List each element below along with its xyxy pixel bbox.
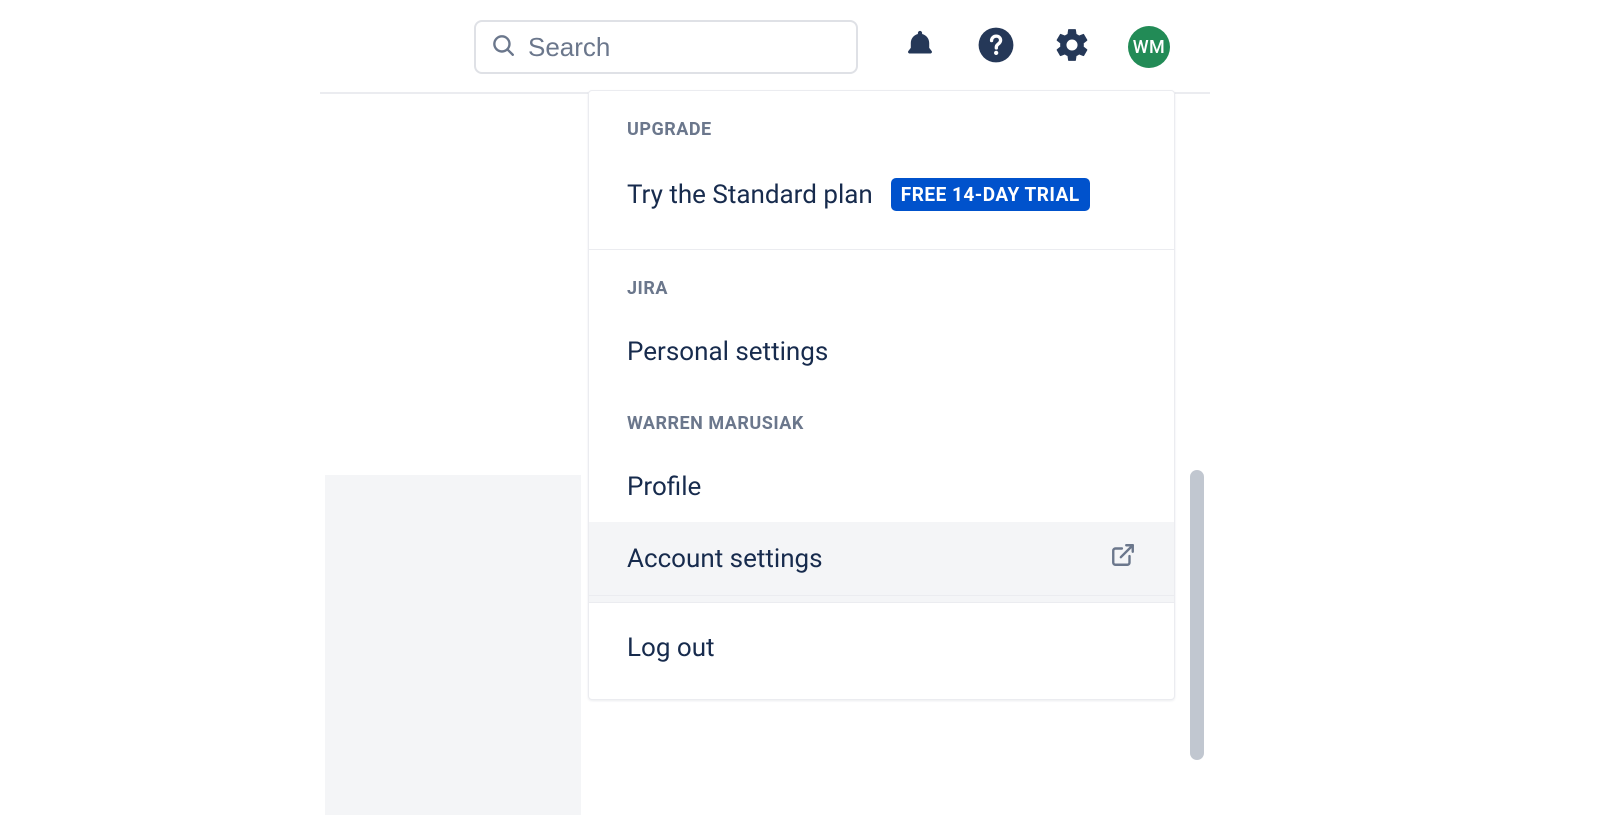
menu-item-label: Try the Standard plan <box>627 180 873 210</box>
menu-item-log-out[interactable]: Log out <box>589 613 1174 683</box>
avatar-initials: WM <box>1133 37 1166 58</box>
menu-item-try-standard-plan[interactable]: Try the Standard plan FREE 14-DAY TRIAL <box>589 158 1174 231</box>
dropdown-section-logout: Log out <box>589 603 1174 699</box>
settings-button[interactable] <box>1052 27 1092 67</box>
dropdown-section-upgrade: UPGRADE Try the Standard plan FREE 14-DA… <box>589 91 1174 249</box>
search-box[interactable] <box>474 20 858 74</box>
menu-item-label: Personal settings <box>627 337 828 367</box>
menu-item-account-settings[interactable]: Account settings <box>589 522 1174 595</box>
avatar[interactable]: WM <box>1128 26 1170 68</box>
menu-item-label: Profile <box>627 472 701 502</box>
gear-icon <box>1053 26 1091 68</box>
top-bar-right: WM <box>474 20 1560 74</box>
content-placeholder-panel <box>325 475 581 815</box>
search-input[interactable] <box>528 32 842 63</box>
top-bar: WM <box>0 0 1600 94</box>
help-button[interactable] <box>976 27 1016 67</box>
dropdown-heading-jira: JIRA <box>589 278 1174 317</box>
dropdown-section-jira: JIRA Personal settings <box>589 250 1174 405</box>
dropdown-heading-upgrade: UPGRADE <box>589 119 1174 158</box>
dropdown-heading-user: WARREN MARUSIAK <box>589 413 1174 452</box>
question-circle-icon <box>977 26 1015 68</box>
menu-item-personal-settings[interactable]: Personal settings <box>589 317 1174 387</box>
external-link-icon <box>1110 542 1136 575</box>
menu-item-label: Account settings <box>627 544 823 574</box>
trial-badge: FREE 14-DAY TRIAL <box>891 178 1090 211</box>
dropdown-section-user: WARREN MARUSIAK Profile Account settings <box>589 405 1174 595</box>
menu-item-label: Log out <box>627 633 715 663</box>
dropdown-gap <box>589 595 1174 603</box>
notifications-button[interactable] <box>900 27 940 67</box>
scrollbar-thumb[interactable] <box>1190 470 1204 760</box>
search-icon <box>490 32 516 62</box>
bell-icon <box>903 28 937 66</box>
profile-dropdown: UPGRADE Try the Standard plan FREE 14-DA… <box>588 90 1175 700</box>
menu-item-profile[interactable]: Profile <box>589 452 1174 522</box>
